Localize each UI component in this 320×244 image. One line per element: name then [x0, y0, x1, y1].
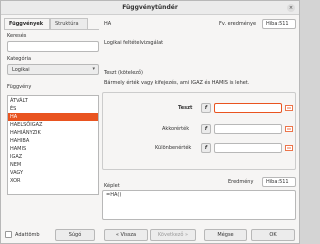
function-result-label: Fv. eredménye [219, 21, 257, 27]
shrink-icon[interactable] [285, 144, 293, 152]
list-item[interactable]: HAHIÁNYZIK [8, 129, 98, 137]
parameter-description: Bármely érték vagy kifejezés, ami IGAZ é… [104, 80, 250, 86]
list-item[interactable]: VAGY [8, 169, 98, 177]
cancel-button[interactable]: Mégse [204, 229, 247, 241]
function-detail-pane: HA Fv. eredménye Hiba:511 Logikai feltét… [102, 18, 297, 220]
fx-button-then[interactable]: f [201, 124, 211, 134]
category-select[interactable]: Logikai ▾ [7, 64, 99, 75]
category-value: Logikai [12, 67, 30, 73]
fx-button-test[interactable]: f [201, 103, 211, 113]
list-item[interactable]: XOR [8, 177, 98, 185]
dialog-title: Függvénytündér [122, 4, 178, 11]
function-result-field: Hiba:511 [262, 19, 296, 29]
argument-input-test[interactable] [214, 103, 282, 113]
argument-label-otherwise: Különbenérték [155, 145, 192, 151]
function-description: Logikai feltételvizsgálat [104, 40, 164, 46]
formula-result-field: Hiba:511 [262, 177, 296, 187]
array-checkbox[interactable] [5, 231, 12, 238]
list-item[interactable]: HAELSŐIGAZ [8, 121, 98, 129]
shrink-icon[interactable] [285, 125, 293, 133]
function-list-label: Függvény [7, 84, 32, 90]
title-bar: Függvénytündér × [1, 1, 299, 15]
function-name: HA [104, 21, 112, 27]
list-item[interactable]: ÉS [8, 105, 98, 113]
list-item[interactable]: IGAZ [8, 153, 98, 161]
tab-functions[interactable]: Függvények [4, 18, 50, 29]
argument-input-then[interactable] [214, 124, 282, 134]
list-item[interactable]: NEM [8, 161, 98, 169]
argument-input-otherwise[interactable] [214, 143, 282, 153]
ok-button[interactable]: OK [251, 229, 295, 241]
category-label: Kategória [7, 56, 32, 62]
help-button[interactable]: Súgó [55, 229, 95, 241]
list-item[interactable]: ÁTVÁLT [8, 97, 98, 105]
arguments-panel: Teszt f Akkorérték f Különbenérték f [102, 92, 296, 170]
tab-divider [4, 29, 99, 30]
function-list[interactable]: ÁTVÁLT ÉS HA HAELSŐIGAZ HAHIÁNYZIK HAHIB… [7, 95, 99, 195]
formula-result-label: Eredmény [228, 179, 254, 185]
tab-structure[interactable]: Struktúra [50, 18, 88, 29]
list-item[interactable]: HAMIS [8, 145, 98, 153]
argument-label-test: Teszt [178, 105, 193, 111]
parameter-title: Teszt (kötelező) [104, 70, 143, 76]
search-label: Keresés [7, 33, 27, 39]
formula-editor[interactable]: =HA() [102, 190, 296, 220]
array-label: Adattömb [15, 232, 40, 238]
function-wizard-dialog: Függvénytündér × Függvények Struktúra Ke… [0, 0, 300, 244]
list-item-selected[interactable]: HA [8, 113, 98, 121]
list-item[interactable]: HAHIBA [8, 137, 98, 145]
close-icon[interactable]: × [287, 4, 295, 12]
fx-button-otherwise[interactable]: f [201, 143, 211, 153]
chevron-down-icon: ▾ [92, 66, 95, 72]
search-input[interactable] [7, 41, 99, 52]
back-button[interactable]: « Vissza [104, 229, 148, 241]
shrink-icon[interactable] [285, 104, 293, 112]
next-button[interactable]: Következő » [150, 229, 196, 241]
argument-label-then: Akkorérték [162, 126, 190, 132]
formula-label: Képlet [104, 183, 120, 189]
